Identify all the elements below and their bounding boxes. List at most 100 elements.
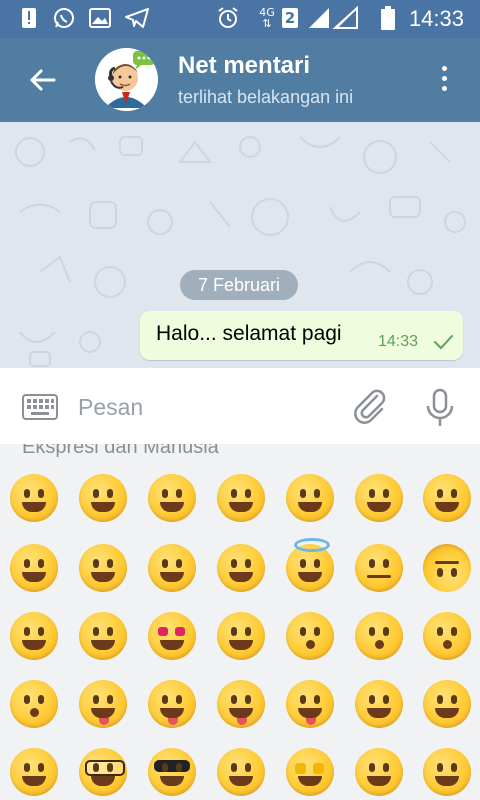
emoji-mouth: [91, 572, 115, 582]
emoji-button[interactable]: [286, 474, 334, 522]
emoji-button[interactable]: [10, 612, 58, 660]
keyboard-icon[interactable]: [22, 394, 58, 420]
emoji-button[interactable]: [148, 680, 196, 728]
emoji-button[interactable]: [355, 680, 403, 728]
emoji-eye: [369, 627, 375, 636]
emoji-mouth: [298, 776, 322, 786]
emoji-eye: [107, 763, 113, 772]
emoji-eye: [437, 489, 443, 498]
emoji-eye: [437, 695, 443, 704]
emoji-eye: [369, 695, 375, 704]
emoji-eye: [24, 763, 30, 772]
emoji-eye: [158, 627, 168, 636]
sim-badge: 2: [282, 8, 298, 28]
emoji-eye: [176, 559, 182, 568]
emoji-button[interactable]: [355, 474, 403, 522]
emoji-button[interactable]: [79, 748, 127, 796]
emoji-eye: [313, 763, 324, 774]
microphone-icon[interactable]: [422, 388, 458, 428]
emoji-eye: [300, 489, 306, 498]
emoji-eye: [162, 489, 168, 498]
emoji-button[interactable]: [148, 474, 196, 522]
emoji-eye: [383, 559, 389, 568]
emoji-button[interactable]: [79, 544, 127, 592]
emoji-eye: [314, 695, 320, 704]
emoji-mouth: [22, 572, 46, 582]
emoji-eye: [451, 568, 457, 577]
emoji-button[interactable]: [286, 748, 334, 796]
emoji-eye: [245, 627, 251, 636]
chat-area[interactable]: 7 Februari Halo... selamat pagi 14:33: [0, 122, 480, 368]
emoji-eye: [451, 489, 457, 498]
emoji-button[interactable]: [217, 680, 265, 728]
emoji-mouth: [229, 502, 253, 512]
emoji-button[interactable]: [79, 612, 127, 660]
chat-title[interactable]: Net mentari: [178, 52, 310, 80]
emoji-eye: [107, 489, 113, 498]
emoji-mouth: [160, 572, 184, 582]
emoji-button[interactable]: [217, 612, 265, 660]
paperclip-icon[interactable]: [352, 388, 388, 426]
emoji-button[interactable]: [286, 612, 334, 660]
emoji-button[interactable]: [217, 474, 265, 522]
emoji-button[interactable]: [423, 612, 471, 660]
emoji-eye: [383, 695, 389, 704]
emoji-eye: [314, 559, 320, 568]
emoji-mouth: [160, 776, 184, 786]
emoji-mouth: [91, 708, 115, 718]
emoji-mouth: [160, 708, 184, 718]
emoji-button[interactable]: [148, 544, 196, 592]
emoji-eye: [245, 489, 251, 498]
emoji-mouth: [22, 640, 46, 650]
status-bar: 4G ⇅ 2 14:33: [0, 0, 480, 38]
message-input[interactable]: Pesan: [78, 394, 143, 421]
emoji-mouth: [30, 708, 39, 717]
halo: [294, 538, 330, 552]
back-arrow-icon[interactable]: [22, 62, 62, 98]
emoji-mouth: [22, 502, 46, 512]
emoji-button[interactable]: [79, 680, 127, 728]
emoji-mouth: [306, 640, 315, 649]
avatar[interactable]: [95, 48, 158, 111]
emoji-button[interactable]: [355, 544, 403, 592]
message-text: Halo... selamat pagi: [156, 322, 342, 345]
emoji-button[interactable]: [217, 544, 265, 592]
emoji-eye: [314, 627, 320, 636]
emoji-button[interactable]: [148, 748, 196, 796]
emoji-eye: [93, 763, 99, 772]
emoji-button[interactable]: [423, 544, 471, 592]
emoji-button[interactable]: [148, 612, 196, 660]
emoji-button[interactable]: [10, 680, 58, 728]
emoji-mouth: [443, 640, 452, 649]
emoji-button[interactable]: [79, 474, 127, 522]
emoji-mouth: [160, 502, 184, 512]
emoji-button[interactable]: [423, 748, 471, 796]
emoji-mouth: [91, 776, 115, 786]
emoji-eye: [295, 763, 306, 774]
emoji-button[interactable]: [423, 680, 471, 728]
emoji-button[interactable]: [286, 680, 334, 728]
status-time: 14:33: [408, 6, 464, 31]
emoji-eye: [231, 489, 237, 498]
emoji-button[interactable]: [10, 474, 58, 522]
message-bubble[interactable]: Halo... selamat pagi 14:33: [140, 311, 463, 360]
emoji-button[interactable]: [355, 748, 403, 796]
emoji-button[interactable]: [10, 544, 58, 592]
emoji-button[interactable]: [217, 748, 265, 796]
emoji-button[interactable]: [10, 748, 58, 796]
emoji-button[interactable]: [286, 538, 334, 592]
emoji-eye: [176, 763, 182, 772]
emoji-button[interactable]: [355, 612, 403, 660]
emoji-eye: [383, 489, 389, 498]
more-vert-icon[interactable]: [432, 66, 456, 96]
image-icon: [88, 7, 112, 29]
whatsapp-icon: [52, 7, 76, 29]
glasses: [85, 760, 125, 776]
emoji-mouth: [435, 502, 459, 512]
emoji-eye: [245, 695, 251, 704]
emoji-eye: [231, 559, 237, 568]
emoji-mouth: [229, 776, 253, 786]
emoji-eye: [107, 559, 113, 568]
emoji-eye: [231, 627, 237, 636]
emoji-button[interactable]: [423, 474, 471, 522]
